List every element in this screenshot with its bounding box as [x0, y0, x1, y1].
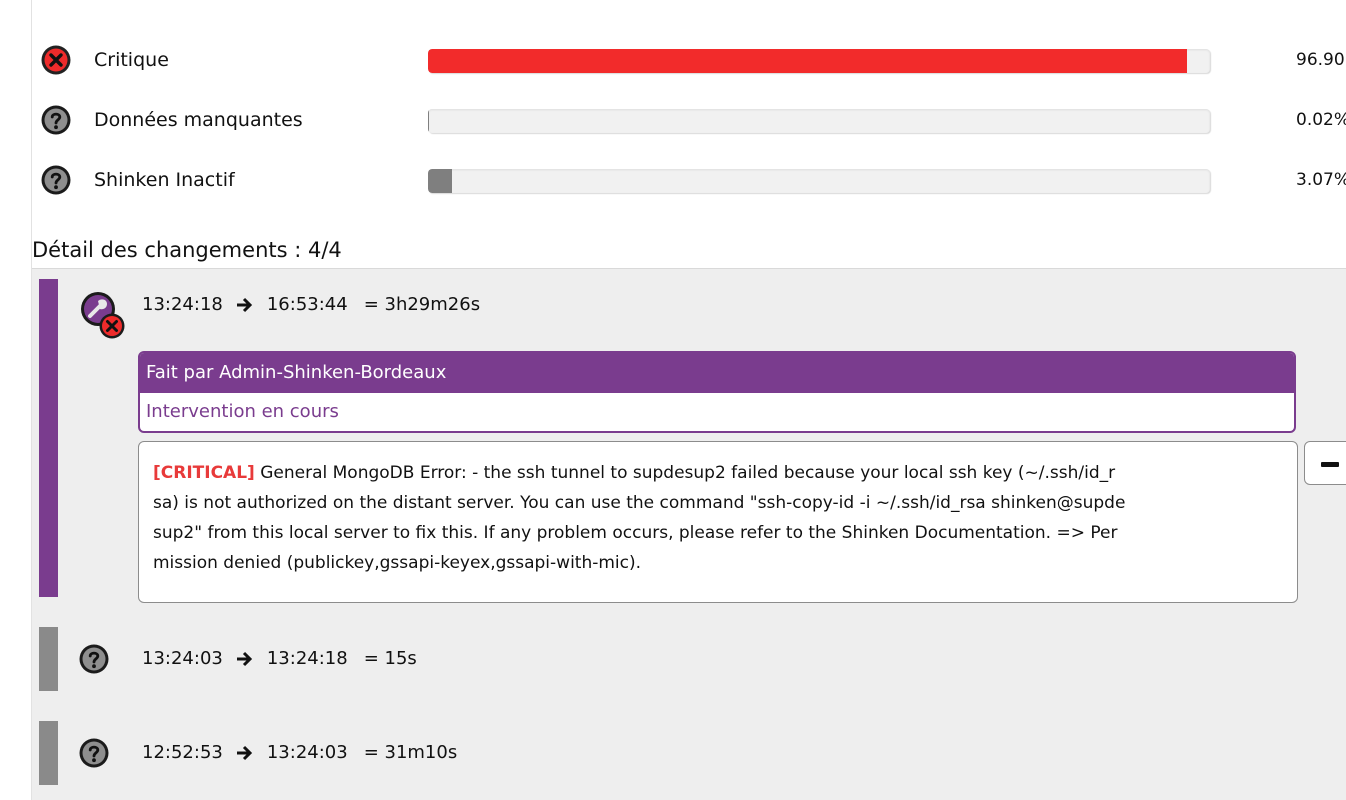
arrow-right-icon	[236, 745, 252, 761]
stat-progress-bar	[428, 109, 1210, 133]
unknown-icon	[41, 165, 71, 195]
change-start-time: 13:24:03	[142, 648, 223, 669]
change-end-time: 13:24:03	[266, 742, 348, 763]
change-end-time: 16:53:44	[266, 294, 348, 315]
stat-percent: 96.90	[1296, 50, 1345, 70]
arrow-right-icon	[236, 651, 252, 667]
change-status-bar	[39, 721, 58, 785]
stat-label: Shinken Inactif	[94, 169, 235, 191]
acknowledged-critical-icon	[81, 292, 125, 339]
stat-row-missing-data: Données manquantes 0.02%	[40, 100, 1346, 140]
change-start-time: 13:24:18	[142, 294, 223, 315]
change-duration: = 31m10s	[363, 742, 458, 763]
change-time-range: 13:24:18 16:53:44 = 3h29m26s	[142, 293, 480, 317]
stat-label: Données manquantes	[94, 109, 303, 131]
change-status-bar	[39, 279, 58, 597]
output-line: sup2" from this local server to fix this…	[153, 523, 1118, 543]
critical-icon	[41, 45, 71, 75]
stat-percent: 3.07%	[1296, 170, 1346, 190]
stat-progress-fill	[428, 49, 1187, 73]
arrow-right-icon	[236, 297, 252, 313]
stat-progress-bar	[428, 169, 1210, 193]
change-status-bar	[39, 627, 58, 691]
change-entry: 12:52:53 13:24:03 = 31m10s	[32, 721, 1346, 785]
unknown-icon	[41, 105, 71, 135]
minus-icon	[1321, 462, 1339, 467]
change-start-time: 12:52:53	[142, 742, 223, 763]
stat-label: Critique	[94, 49, 169, 71]
output-text: General MongoDB Error: - the ssh tunnel …	[254, 463, 1116, 483]
stat-row-shinken-inactive: Shinken Inactif 3.07%	[40, 160, 1346, 200]
output-line: mission denied (publickey,gssapi-keyex,g…	[153, 553, 642, 573]
acknowledge-comment: Intervention en cours	[146, 401, 339, 422]
check-output-box: [CRITICAL] General MongoDB Error: - the …	[138, 441, 1298, 603]
stat-percent: 0.02%	[1296, 110, 1346, 130]
acknowledge-box: Fait par Admin-Shinken-Bordeaux Interven…	[138, 351, 1296, 433]
history-frame: Critique 96.90 Données manquantes 0.02% …	[0, 0, 1346, 800]
change-entry: 13:24:18 16:53:44 = 3h29m26s Fait par Admi…	[32, 279, 1346, 603]
changes-panel: 13:24:18 16:53:44 = 3h29m26s Fait par Admi…	[32, 268, 1346, 800]
stat-row-critical: Critique 96.90	[40, 40, 1346, 80]
stat-progress-fill	[428, 169, 453, 193]
stat-progress-bar	[428, 49, 1210, 73]
change-end-time: 13:24:18	[266, 648, 348, 669]
collapse-output-button[interactable]	[1304, 441, 1346, 485]
output-line: sa) is not authorized on the distant ser…	[153, 493, 1126, 513]
change-entry: 13:24:03 13:24:18 = 15s	[32, 627, 1346, 691]
acknowledge-author: Fait par Admin-Shinken-Bordeaux	[140, 353, 1294, 393]
change-time-range: 12:52:53 13:24:03 = 31m10s	[142, 741, 457, 765]
unknown-icon	[79, 738, 109, 768]
critical-tag: [CRITICAL]	[153, 463, 255, 483]
changes-title: Détail des changements : 4/4	[32, 238, 342, 262]
output-line: [CRITICAL] General MongoDB Error: - the …	[153, 458, 1285, 488]
change-time-range: 13:24:03 13:24:18 = 15s	[142, 647, 417, 671]
change-duration: = 3h29m26s	[363, 294, 481, 315]
change-duration: = 15s	[363, 648, 417, 669]
unknown-icon	[79, 644, 109, 674]
